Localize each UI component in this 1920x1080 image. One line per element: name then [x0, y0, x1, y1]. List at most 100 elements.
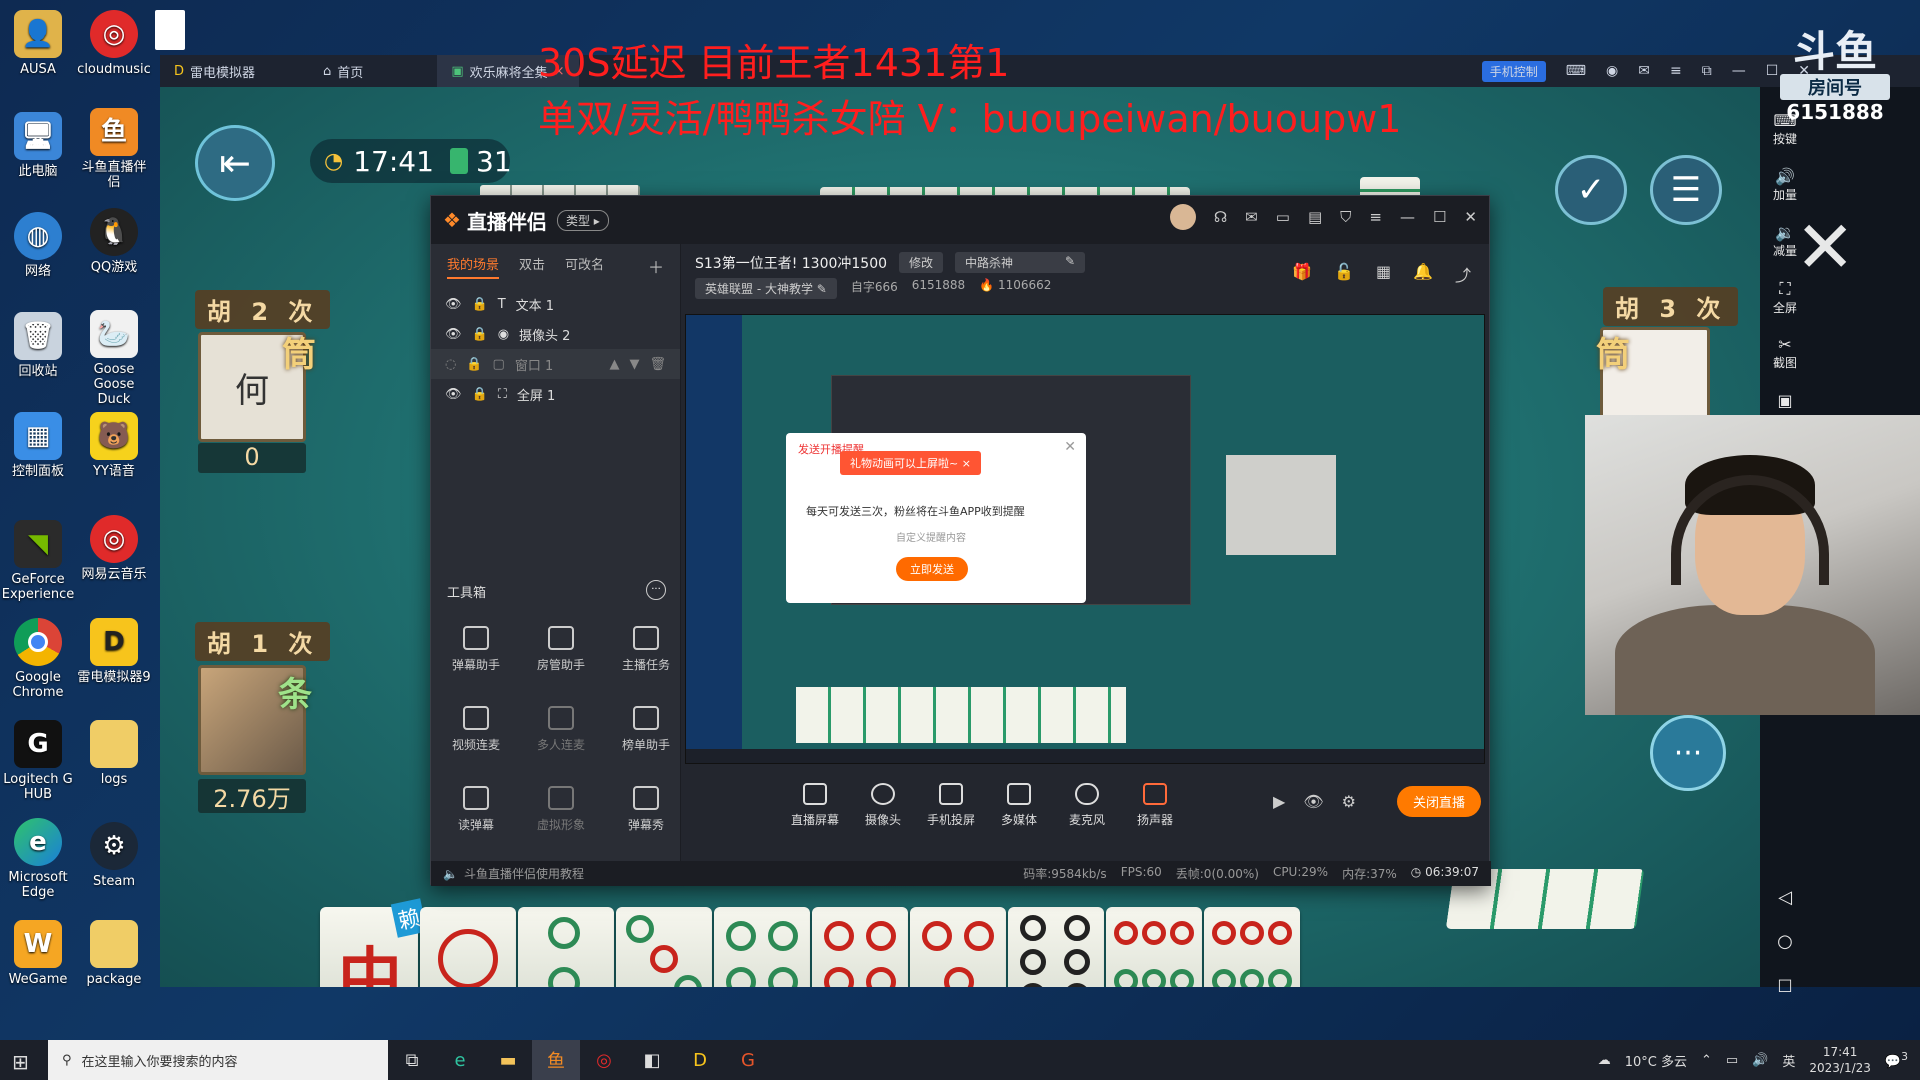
minimize-icon[interactable]: —	[1400, 208, 1415, 230]
taskbar-app[interactable]: ◧	[628, 1040, 676, 1080]
share-icon[interactable]: ⤴	[1455, 262, 1471, 286]
close-icon[interactable]: ✕	[1464, 208, 1477, 230]
tutorial-link[interactable]: 斗鱼直播伴侣使用教程	[464, 865, 584, 882]
eye-icon[interactable]: 👁	[445, 297, 462, 312]
speaker-control[interactable]: 扬声器	[1121, 782, 1189, 828]
tool-streamer-task[interactable]: 主播任务	[611, 626, 681, 673]
taskbar-g[interactable]: G	[724, 1040, 772, 1080]
source-multimedia[interactable]: 多媒体	[985, 782, 1053, 828]
lane-tag[interactable]: 中路杀神 ✎	[955, 252, 1086, 273]
weather-text[interactable]: 10°C 多云	[1625, 1051, 1687, 1070]
lock-icon[interactable]: 🔒	[466, 357, 482, 372]
maximize-icon[interactable]: ☐	[1433, 208, 1446, 230]
exit-room-icon[interactable]: ⇤	[195, 125, 275, 201]
eye-icon[interactable]: 👁	[1303, 792, 1323, 811]
hand-tile[interactable]: 中 赖	[320, 898, 428, 987]
android-recents-icon[interactable]: □	[1760, 975, 1810, 994]
custom-content-input[interactable]: 自定义提醒内容	[896, 529, 966, 544]
restore-icon[interactable]: ⧉	[1702, 63, 1712, 79]
shirt-icon[interactable]: ⛉	[1340, 208, 1351, 230]
microphone-control[interactable]: 麦克风	[1053, 782, 1121, 828]
taskbar-netease[interactable]: ◎	[580, 1040, 628, 1080]
lock-icon[interactable]: 🔒	[472, 327, 488, 342]
desktop-icon-yy[interactable]: 🐻 YY语音	[76, 412, 152, 479]
source-row-fullscreen[interactable]: 👁 🔒 ⛶ 全屏 1	[431, 379, 680, 409]
tool-room-admin[interactable]: 房管助手	[526, 626, 596, 673]
notification-icon[interactable]: 💬3	[1885, 1050, 1908, 1069]
desktop-icon-control-panel[interactable]: ▦ 控制面板	[0, 412, 76, 479]
desktop-icon-goose-goose-duck[interactable]: 🦢 Goose Goose Duck	[76, 310, 152, 407]
record-icon[interactable]: ▶	[1273, 792, 1285, 811]
add-scene-icon[interactable]: ＋	[648, 254, 664, 279]
task-view-icon[interactable]: ⧉	[388, 1040, 436, 1080]
desktop-icon-netease-music[interactable]: ◎ 网易云音乐	[76, 515, 152, 582]
emulator-tab-app[interactable]: D 雷电模拟器	[160, 55, 269, 87]
lock-icon[interactable]: 🔒	[472, 297, 488, 312]
stream-preview[interactable]: 发送开播提醒 礼物动画可以上屏啦~ × ✕ 每天可发送三次，粉丝将在斗鱼APP收…	[685, 314, 1485, 764]
hand-tile[interactable]	[812, 907, 908, 987]
hand-tile[interactable]	[910, 907, 1006, 987]
source-live-screen[interactable]: 直播屏幕	[781, 782, 849, 828]
eye-icon[interactable]: 👁	[445, 327, 462, 342]
type-button[interactable]: 类型 ▸	[556, 209, 609, 231]
android-back-icon[interactable]: ◁	[1760, 887, 1810, 908]
tool-danmu-assistant[interactable]: 弹幕助手	[441, 626, 511, 673]
desktop-icon-wegame[interactable]: W WeGame	[0, 920, 76, 987]
layout-icon[interactable]: ▦	[1376, 262, 1391, 286]
move-up-icon[interactable]: ▲	[609, 357, 619, 372]
desktop-icon-logitech[interactable]: G Logitech G HUB	[0, 720, 76, 802]
desktop-icon-qq-game[interactable]: 🐧 QQ游戏	[76, 208, 152, 275]
volume-icon[interactable]: 🔊	[1752, 1053, 1768, 1068]
eye-icon[interactable]: 👁	[445, 387, 462, 402]
source-row-text[interactable]: 👁 🔒 T 文本 1	[431, 289, 680, 319]
desktop-icon-geforce[interactable]: ◥ GeForce Experience	[0, 520, 76, 602]
network-icon[interactable]: ▭	[1726, 1053, 1738, 1068]
tab-my-scene[interactable]: 我的场景	[447, 254, 500, 279]
avatar[interactable]	[1169, 204, 1196, 230]
user-icon[interactable]: ◉	[1606, 63, 1618, 79]
search-input[interactable]: 在这里输入你要搜索的内容	[82, 1051, 238, 1070]
source-row-window[interactable]: ◌ 🔒 ▢ 窗口 1 ▲ ▼ 🗑	[431, 349, 680, 379]
taskbar-douyu[interactable]: 鱼	[532, 1040, 580, 1080]
hand-tile[interactable]	[420, 907, 516, 987]
emulator-tool-screenshot[interactable]: ✂ 截图	[1760, 335, 1810, 371]
taskbar-search[interactable]: ⚲ 在这里输入你要搜索的内容	[48, 1040, 388, 1080]
tray-chevron-icon[interactable]: ⌃	[1701, 1053, 1712, 1068]
hand-tile[interactable]	[1008, 907, 1104, 987]
taskbar-explorer[interactable]: ▬	[484, 1040, 532, 1080]
headset-icon[interactable]: ☊	[1214, 208, 1227, 230]
gift-animation-tip[interactable]: 礼物动画可以上屏啦~ ×	[840, 451, 981, 475]
desktop-icon-package[interactable]: package	[76, 920, 152, 987]
tab-double-click[interactable]: 双击	[519, 254, 545, 279]
tool-video-link[interactable]: 视频连麦	[441, 706, 511, 753]
source-camera[interactable]: 摄像头	[849, 782, 917, 828]
checkin-calendar-icon[interactable]: ✓	[1555, 155, 1627, 225]
desktop-icon-recycle-bin[interactable]: 🗑 回收站	[0, 312, 76, 379]
desktop-icon-ausa[interactable]: 👤 AUSA	[0, 10, 76, 77]
desktop-icon-edge[interactable]: e Microsoft Edge	[0, 818, 76, 900]
stop-stream-button[interactable]: 关闭直播	[1396, 786, 1481, 817]
desktop-icon-cloudmusic[interactable]: ◎ cloudmusic	[76, 10, 152, 77]
emulator-tool-more[interactable]: ▣	[1760, 391, 1810, 410]
eye-hidden-icon[interactable]: ◌	[445, 357, 456, 372]
hand-tile[interactable]	[518, 907, 614, 987]
source-row-camera[interactable]: 👁 🔒 ◉ 摄像头 2	[431, 319, 680, 349]
category-chip[interactable]: 英雄联盟 - 大神教学 ✎	[695, 278, 837, 299]
game-menu-icon[interactable]: ☰	[1650, 155, 1722, 225]
desktop-icon-ldplayer[interactable]: D 雷电模拟器9	[76, 618, 152, 685]
tool-read-danmu[interactable]: 读弹幕	[441, 786, 511, 833]
emulator-tab-home[interactable]: ⌂ 首页	[309, 55, 377, 87]
chat-bubble-icon[interactable]: ···	[1650, 715, 1726, 791]
mail-icon[interactable]: ✉	[1638, 63, 1650, 79]
hand-tile[interactable]	[1204, 907, 1300, 987]
menu-icon[interactable]: ≡	[1369, 208, 1382, 230]
gift-icon[interactable]: 🎁	[1292, 262, 1312, 286]
hand-tile[interactable]	[616, 907, 712, 987]
desktop-icon-douyu-companion[interactable]: 鱼斗鱼直播伴侣	[76, 108, 152, 190]
android-home-icon[interactable]: ○	[1760, 931, 1810, 952]
tab-rename[interactable]: 可改名	[565, 254, 604, 279]
screen-icon[interactable]: ▭	[1276, 208, 1290, 230]
menu-icon[interactable]: ≡	[1670, 63, 1682, 79]
hand-tile[interactable]	[714, 907, 810, 987]
bell-icon[interactable]: 🔔	[1413, 262, 1433, 286]
